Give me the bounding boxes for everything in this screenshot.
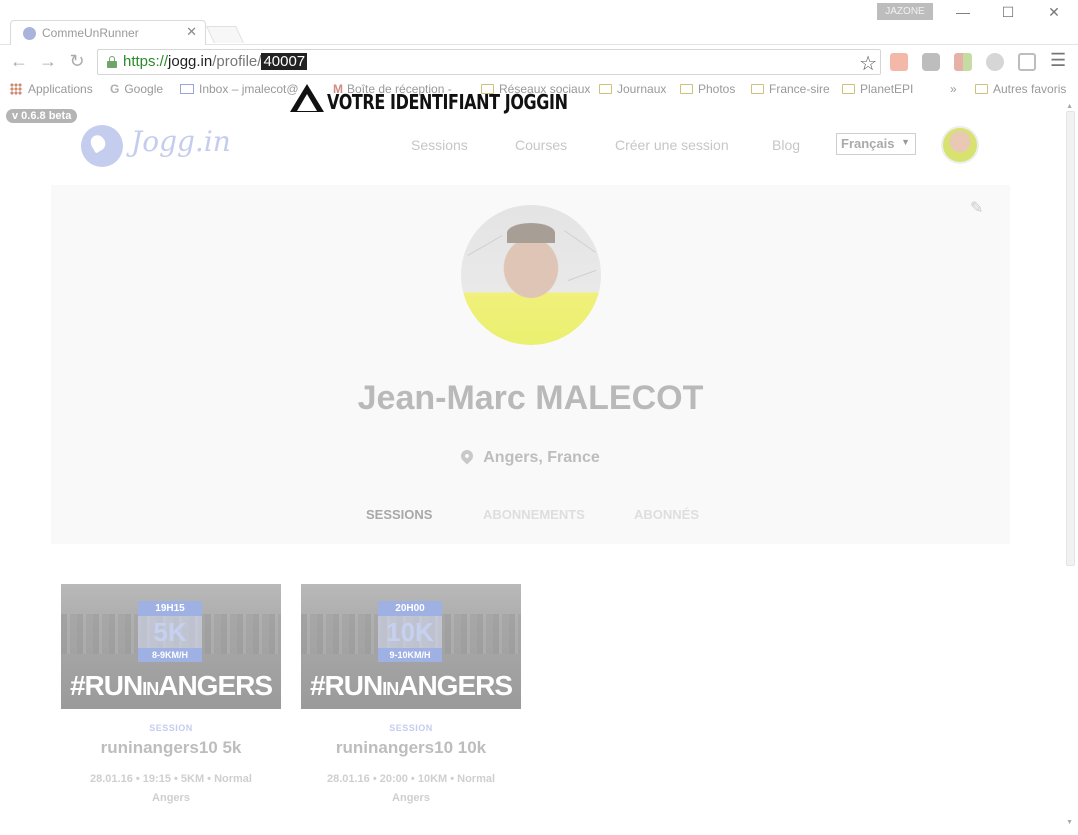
dropdown-arrow-icon: ▼ — [901, 137, 910, 147]
bookmark-inbox[interactable]: Inbox – jmalecot@ — [180, 82, 299, 96]
url-text[interactable]: https://jogg.in/profile/40007 — [123, 53, 308, 70]
cast-icon[interactable] — [1018, 53, 1036, 71]
tab-abonnements[interactable]: ABONNEMENTS — [483, 507, 585, 522]
nav-blog[interactable]: Blog — [772, 137, 800, 153]
bookmarks-overflow-button[interactable]: » — [950, 82, 957, 96]
secure-lock-icon — [107, 56, 117, 68]
browser-toolbar: ← → ↻ https://jogg.in/profile/40007 ☆ ☰ — [0, 45, 1078, 79]
session-hashtag: #RUNINANGERS — [69, 670, 273, 701]
folder-icon — [842, 84, 855, 94]
scroll-up-arrow-icon[interactable]: ▲ — [1066, 103, 1073, 110]
tab-sessions[interactable]: SESSIONS — [366, 507, 432, 522]
site-favicon-icon — [23, 27, 36, 40]
browser-menu-icon[interactable]: ☰ — [1050, 50, 1066, 71]
close-window-button[interactable]: ✕ — [1039, 4, 1069, 21]
tab-title: CommeUnRunner — [42, 26, 139, 40]
adblock-icon[interactable] — [986, 53, 1004, 71]
profile-name: Jean-Marc MALECOT — [357, 379, 704, 417]
reload-icon[interactable]: ↻ — [66, 51, 88, 72]
session-card[interactable]: 20H00 10K 9-10KM/H #RUNINANGERS SESSION … — [301, 584, 521, 808]
back-arrow-icon[interactable]: ← — [8, 51, 30, 72]
session-kind: SESSION — [389, 723, 433, 733]
bookmark-france-sire[interactable]: France-sire — [751, 82, 830, 96]
apps-icon — [10, 83, 22, 95]
profile-location: Angers, France — [51, 447, 1010, 467]
bookmark-journaux[interactable]: Journaux — [599, 82, 666, 96]
forward-arrow-icon[interactable]: → — [37, 51, 59, 72]
nav-sessions[interactable]: Sessions — [411, 137, 468, 153]
new-tab-button[interactable] — [206, 26, 244, 43]
vertical-scrollbar[interactable] — [1066, 111, 1075, 566]
page-viewport: v 0.6.8 beta ▲ ▼ Jogg.in Sessions Course… — [0, 101, 1078, 835]
location-pin-icon — [458, 447, 476, 465]
minimize-button[interactable]: — — [948, 4, 978, 20]
bookmark-planetepi[interactable]: PlanetEPI — [842, 82, 913, 96]
session-card[interactable]: 19H15 5K 8-9KM/H #RUNINANGERS SESSION ru… — [61, 584, 281, 808]
annotation-text: VOTRE IDENTIFIANT JOGGIN — [327, 90, 568, 114]
extension-grid-icon[interactable] — [954, 53, 972, 71]
logo-mark-icon — [81, 125, 123, 167]
extension-jk-icon[interactable] — [890, 53, 908, 71]
session-image[interactable]: 20H00 10K 9-10KM/H #RUNINANGERS — [301, 584, 521, 709]
maximize-button[interactable]: ☐ — [993, 4, 1023, 21]
bookmark-photos[interactable]: Photos — [680, 82, 735, 96]
profile-panel: ✎ Jean-Marc MALECOT Angers, France SESSI… — [51, 185, 1010, 544]
browser-titlebar: CommeUnRunner ✕ JAZONE — ☐ ✕ — [0, 0, 1078, 45]
language-value: Français — [841, 136, 895, 151]
bookmark-applications[interactable]: Applications — [10, 82, 93, 96]
google-icon: G — [110, 82, 120, 96]
session-badge: 20H00 10K 9-10KM/H — [378, 601, 442, 662]
tab-close-icon[interactable]: ✕ — [186, 24, 197, 40]
nav-courses[interactable]: Courses — [515, 137, 567, 153]
folder-icon — [975, 84, 988, 94]
session-kind: SESSION — [149, 723, 193, 733]
session-meta: 28.01.16 • 19:15 • 5KM • Normal Angers — [90, 773, 252, 804]
inbox-icon — [180, 84, 194, 94]
bookmark-star-icon[interactable]: ☆ — [859, 51, 877, 76]
logo-wordmark: Jogg.in — [131, 125, 231, 158]
session-title[interactable]: runinangers10 5k — [61, 738, 281, 758]
session-hashtag: #RUNINANGERS — [309, 670, 513, 701]
session-meta: 28.01.16 • 20:00 • 10KM • Normal Angers — [326, 773, 496, 804]
bookmark-autres-favoris[interactable]: Autres favoris — [975, 82, 1066, 96]
session-title[interactable]: runinangers10 10k — [301, 738, 521, 758]
edit-pencil-icon[interactable]: ✎ — [970, 198, 983, 218]
scroll-down-arrow-icon[interactable]: ▼ — [1066, 819, 1073, 826]
user-avatar[interactable] — [941, 126, 979, 164]
browser-profile-badge[interactable]: JAZONE — [877, 3, 933, 20]
address-bar[interactable]: https://jogg.in/profile/40007 ☆ — [97, 49, 881, 75]
up-chevron-icon — [290, 84, 324, 112]
folder-icon — [680, 84, 693, 94]
version-badge: v 0.6.8 beta — [6, 109, 78, 123]
language-select[interactable]: Français ▼ — [836, 133, 916, 155]
session-badge: 19H15 5K 8-9KM/H — [138, 601, 202, 662]
folder-icon — [599, 84, 612, 94]
tab-abonnes[interactable]: ABONNÉS — [634, 507, 699, 522]
profile-id-highlight: 40007 — [261, 53, 308, 70]
session-image[interactable]: 19H15 5K 8-9KM/H #RUNINANGERS — [61, 584, 281, 709]
browser-tab[interactable]: CommeUnRunner ✕ — [10, 20, 206, 45]
profile-avatar — [461, 205, 601, 345]
nav-create-session[interactable]: Créer une session — [615, 137, 729, 153]
folder-icon — [751, 84, 764, 94]
location-text: Angers, France — [483, 449, 600, 466]
bookmark-google[interactable]: G Google — [110, 82, 163, 96]
camera-icon[interactable] — [922, 53, 940, 71]
